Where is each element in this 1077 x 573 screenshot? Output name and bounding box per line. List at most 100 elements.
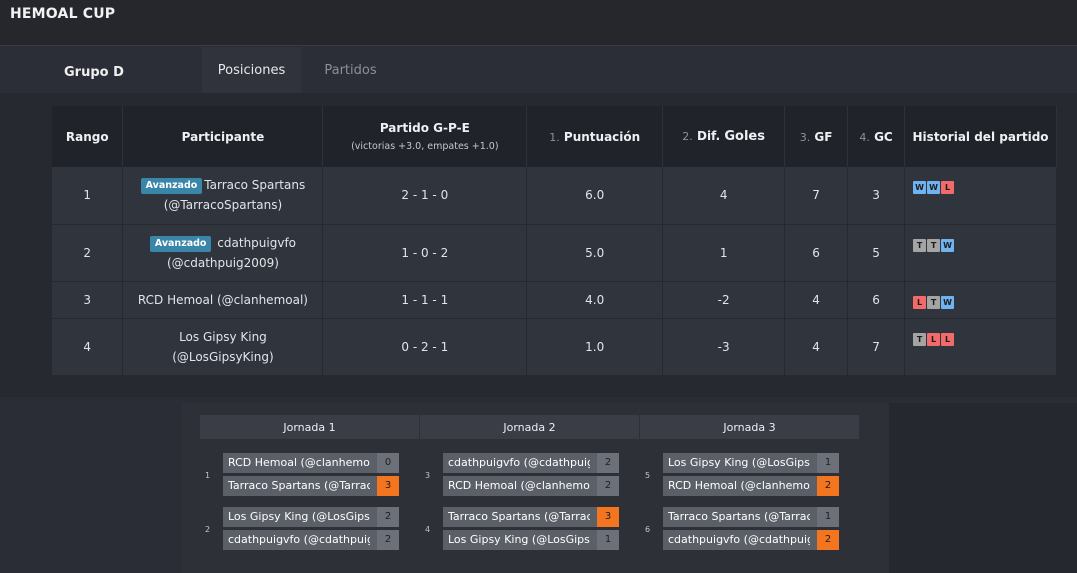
team-score: 1 <box>817 453 839 473</box>
col-gf-header[interactable]: 3. GF <box>784 106 849 167</box>
match-slot[interactable]: RCD Hemoal (@clanhemoal) 2 <box>663 476 839 496</box>
result-win-badge[interactable]: W <box>941 295 955 309</box>
team-name: RCD Hemoal (@clanhemoal) <box>668 479 810 492</box>
rank-cell: 2 <box>52 224 124 282</box>
gc-cell: 3 <box>847 167 906 225</box>
result-loss-badge[interactable]: L <box>913 295 927 309</box>
match-slot[interactable]: cdathpuigvfo (@cdathpuig2009) 2 <box>223 530 399 550</box>
group-title: Grupo D <box>64 65 124 80</box>
result-tie-badge[interactable]: T <box>927 295 941 309</box>
side-panel <box>889 403 1077 573</box>
record-scoring-note: (victorias +3.0, empates +1.0) <box>351 141 499 152</box>
points-cell: 4.0 <box>526 281 664 319</box>
gc-cell: 5 <box>847 224 906 282</box>
match-slot[interactable]: RCD Hemoal (@clanhemoal) 0 <box>223 453 399 473</box>
gf-cell: 4 <box>784 318 849 376</box>
col-goal-diff-header[interactable]: 2. Dif. Goles <box>662 106 786 167</box>
match-slot[interactable]: RCD Hemoal (@clanhemoal) 2 <box>443 476 619 496</box>
team-score: 2 <box>377 507 399 527</box>
match-number: 5 <box>645 471 651 480</box>
participant-name[interactable]: cdathpuigvfo <box>217 236 296 250</box>
points-cell: 5.0 <box>526 224 664 282</box>
match-slot[interactable]: Tarraco Spartans (@TarracoSpartans) 3 <box>223 476 399 496</box>
match-number: 2 <box>205 525 211 534</box>
table-row: 4 Los Gipsy King (@LosGipsyKing) 0 - 2 -… <box>52 318 1057 376</box>
col-history-header[interactable]: Historial del partido <box>904 106 1057 167</box>
participant-name[interactable]: RCD Hemoal (@clanhemoal) <box>138 293 308 307</box>
participant-handle: (@TarracoSpartans) <box>163 198 283 213</box>
round-header: Jornada 2 <box>420 415 639 439</box>
team-score: 2 <box>597 453 619 473</box>
matchday-bracket: Jornada 1 Jornada 2 Jornada 3 1 RCD Hemo… <box>182 403 889 573</box>
rank-cell: 3 <box>52 281 124 319</box>
goal-diff-cell: -2 <box>662 281 786 319</box>
team-score: 3 <box>377 476 399 496</box>
col-record-header[interactable]: Partido G-P-E (victorias +3.0, empates +… <box>322 106 528 167</box>
goal-diff-cell: 1 <box>662 224 786 282</box>
team-score: 1 <box>597 530 619 550</box>
rank-cell: 1 <box>52 167 124 225</box>
standings-panel: Rango Participante Partido G-P-E (victor… <box>0 93 1077 397</box>
gc-cell: 6 <box>847 281 906 319</box>
record-cell: 2 - 1 - 0 <box>322 167 528 225</box>
team-name: Los Gipsy King (@LosGipsyKing) <box>228 510 370 523</box>
team-name: Tarraco Spartans (@TarracoSpartans) <box>668 510 810 523</box>
table-row: 3 RCD Hemoal (@clanhemoal) 1 - 1 - 1 4.0… <box>52 281 1057 319</box>
col-participant-header[interactable]: Participante <box>122 106 324 167</box>
tab-partidos[interactable]: Partidos <box>308 47 393 93</box>
match-slot[interactable]: Tarraco Spartans (@TarracoSpartans) 3 <box>443 507 619 527</box>
result-tie-badge[interactable]: T <box>913 238 927 252</box>
team-name: RCD Hemoal (@clanhemoal) <box>228 456 370 469</box>
participant-name[interactable]: Tarraco Spartans <box>204 178 305 192</box>
team-name: Tarraco Spartans (@TarracoSpartans) <box>448 510 590 523</box>
team-score: 2 <box>377 530 399 550</box>
match-number: 6 <box>645 525 651 534</box>
participant-handle: (@cdathpuig2009) <box>166 255 279 270</box>
result-loss-badge[interactable]: L <box>941 181 955 194</box>
result-tie-badge[interactable]: T <box>927 238 941 252</box>
col-points-header[interactable]: 1. Puntuación <box>526 106 664 167</box>
col-rank-header[interactable]: Rango <box>52 106 124 167</box>
match-slot[interactable]: Los Gipsy King (@LosGipsyKing) 1 <box>443 530 619 550</box>
result-win-badge[interactable]: W <box>927 181 941 194</box>
result-win-badge[interactable]: W <box>913 181 927 194</box>
match-slot[interactable]: Los Gipsy King (@LosGipsyKing) 1 <box>663 453 839 473</box>
tab-posiciones[interactable]: Posiciones <box>202 47 301 93</box>
team-name: cdathpuigvfo (@cdathpuig2009) <box>228 533 370 546</box>
match-slot[interactable]: cdathpuigvfo (@cdathpuig2009) 2 <box>663 530 839 550</box>
result-tie-badge[interactable]: T <box>913 332 927 346</box>
team-score: 2 <box>817 530 839 550</box>
match-slot[interactable]: Tarraco Spartans (@TarracoSpartans) 1 <box>663 507 839 527</box>
team-name: Tarraco Spartans (@TarracoSpartans) <box>228 479 370 492</box>
team-name: cdathpuigvfo (@cdathpuig2009) <box>668 533 810 546</box>
participant-name[interactable]: Los Gipsy King <box>179 330 267 344</box>
participant-cell: Avanzado Tarraco Spartans (@TarracoSparta… <box>122 167 324 225</box>
record-cell: 1 - 1 - 1 <box>322 281 528 319</box>
team-score: 2 <box>817 476 839 496</box>
team-score: 2 <box>597 476 619 496</box>
advanced-badge: Avanzado <box>140 178 203 195</box>
table-row: 2 Avanzado cdathpuigvfo (@cdathpuig2009)… <box>52 224 1057 282</box>
advanced-badge: Avanzado <box>149 235 212 252</box>
team-name: Los Gipsy King (@LosGipsyKing) <box>668 456 810 469</box>
record-cell: 1 - 0 - 2 <box>322 224 528 282</box>
team-name: RCD Hemoal (@clanhemoal) <box>448 479 590 492</box>
gc-cell: 7 <box>847 318 906 376</box>
record-cell: 0 - 2 - 1 <box>322 318 528 376</box>
match-number: 1 <box>205 471 211 480</box>
participant-cell: Los Gipsy King (@LosGipsyKing) <box>122 318 324 376</box>
history-cell: TTW <box>904 224 1057 282</box>
match-slot[interactable]: Los Gipsy King (@LosGipsyKing) 2 <box>223 507 399 527</box>
result-loss-badge[interactable]: L <box>927 332 941 346</box>
result-loss-badge[interactable]: L <box>941 332 955 346</box>
history-cell: WWL <box>904 167 1057 225</box>
col-gc-header[interactable]: 4. GC <box>847 106 906 167</box>
team-name: cdathpuigvfo (@cdathpuig2009) <box>448 456 590 469</box>
points-cell: 1.0 <box>526 318 664 376</box>
team-score: 0 <box>377 453 399 473</box>
match-slot[interactable]: cdathpuigvfo (@cdathpuig2009) 2 <box>443 453 619 473</box>
match-number: 4 <box>425 525 431 534</box>
result-win-badge[interactable]: W <box>941 238 955 252</box>
rank-cell: 4 <box>52 318 124 376</box>
participant-handle: (@LosGipsyKing) <box>172 349 274 364</box>
